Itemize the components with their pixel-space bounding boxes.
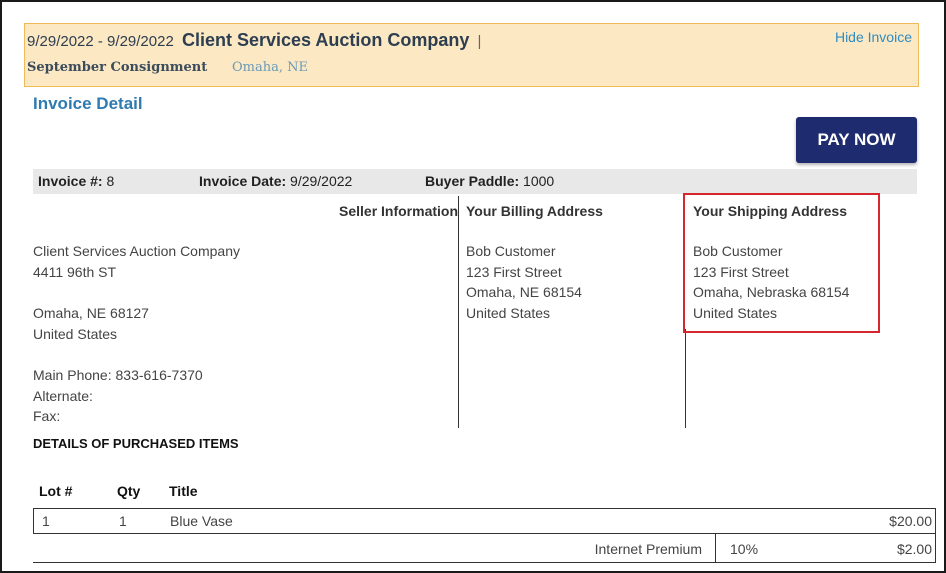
billing-street: 123 First Street xyxy=(466,263,562,280)
seller-street: 4411 96th ST xyxy=(33,263,117,280)
seller-alternate-phone: Alternate: xyxy=(33,387,93,404)
premium-divider xyxy=(715,534,716,563)
banner-separator: | xyxy=(477,33,482,50)
billing-city-state-zip: Omaha, NE 68154 xyxy=(466,284,582,300)
lot-number-cell: 1 xyxy=(42,513,50,529)
item-title-link[interactable]: Blue Vase xyxy=(170,513,233,529)
hide-invoice-link[interactable]: Hide Invoice xyxy=(835,29,912,45)
column-divider xyxy=(458,196,459,428)
buyer-paddle-label: Buyer Paddle: xyxy=(425,173,520,189)
table-row: 1 1 Blue Vase $20.00 xyxy=(33,508,936,534)
banner-headline: 9/29/2022 - 9/29/2022 Client Services Au… xyxy=(27,30,481,51)
billing-name: Bob Customer xyxy=(466,243,556,259)
seller-fax: Fax: xyxy=(33,408,61,424)
invoice-number-value: 8 xyxy=(106,173,115,189)
invoice-meta-bar: Invoice #: 8 Invoice Date: 9/29/2022 Buy… xyxy=(33,169,917,194)
invoice-date-value: 9/29/2022 xyxy=(290,173,353,189)
consignment-name: September Consignment xyxy=(27,60,208,75)
buyer-paddle-value: 1000 xyxy=(523,173,555,189)
item-amount-cell: $20.00 xyxy=(889,513,932,529)
shipping-address-highlight xyxy=(683,193,880,333)
auction-dates: 9/29/2022 - 9/29/2022 xyxy=(27,33,174,50)
auction-location: Omaha, NE xyxy=(232,60,308,75)
seller-name: Client Services Auction Company xyxy=(33,243,240,259)
pay-now-button[interactable]: PAY NOW xyxy=(796,117,917,163)
column-divider xyxy=(685,329,686,428)
invoice-detail-title: Invoice Detail xyxy=(33,94,143,113)
premium-row: Internet Premium 10% $2.00 xyxy=(33,534,936,563)
invoice-panel: 9/29/2022 - 9/29/2022 Client Services Au… xyxy=(0,0,946,573)
invoice-date: Invoice Date: 9/29/2022 xyxy=(199,173,352,189)
seller-country: United States xyxy=(33,325,118,342)
billing-address-heading: Your Billing Address xyxy=(466,203,603,219)
invoice-number-label: Invoice #: xyxy=(38,173,103,189)
purchased-items-heading: DETAILS OF PURCHASED ITEMS xyxy=(33,436,239,451)
column-header-lot: Lot # xyxy=(39,483,73,499)
premium-amount: $2.00 xyxy=(896,541,932,557)
column-header-qty: Qty xyxy=(117,483,141,499)
invoice-number: Invoice #: 8 xyxy=(38,173,114,189)
seller-main-phone: Main Phone: 833-616-7370 xyxy=(33,367,203,383)
seller-info-heading: Seller Information xyxy=(339,203,459,219)
quantity-cell: 1 xyxy=(119,513,127,529)
invoice-date-label: Invoice Date: xyxy=(199,173,287,189)
auction-company-name: Client Services Auction Company xyxy=(181,30,470,50)
premium-rate: 10% xyxy=(730,541,759,557)
invoice-banner: 9/29/2022 - 9/29/2022 Client Services Au… xyxy=(24,23,919,87)
billing-country: United States xyxy=(466,304,551,321)
buyer-paddle: Buyer Paddle: 1000 xyxy=(425,173,554,189)
seller-city-state-zip: Omaha, NE 68127 xyxy=(33,305,149,321)
column-header-title: Title xyxy=(169,483,198,499)
premium-label: Internet Premium xyxy=(594,541,702,557)
